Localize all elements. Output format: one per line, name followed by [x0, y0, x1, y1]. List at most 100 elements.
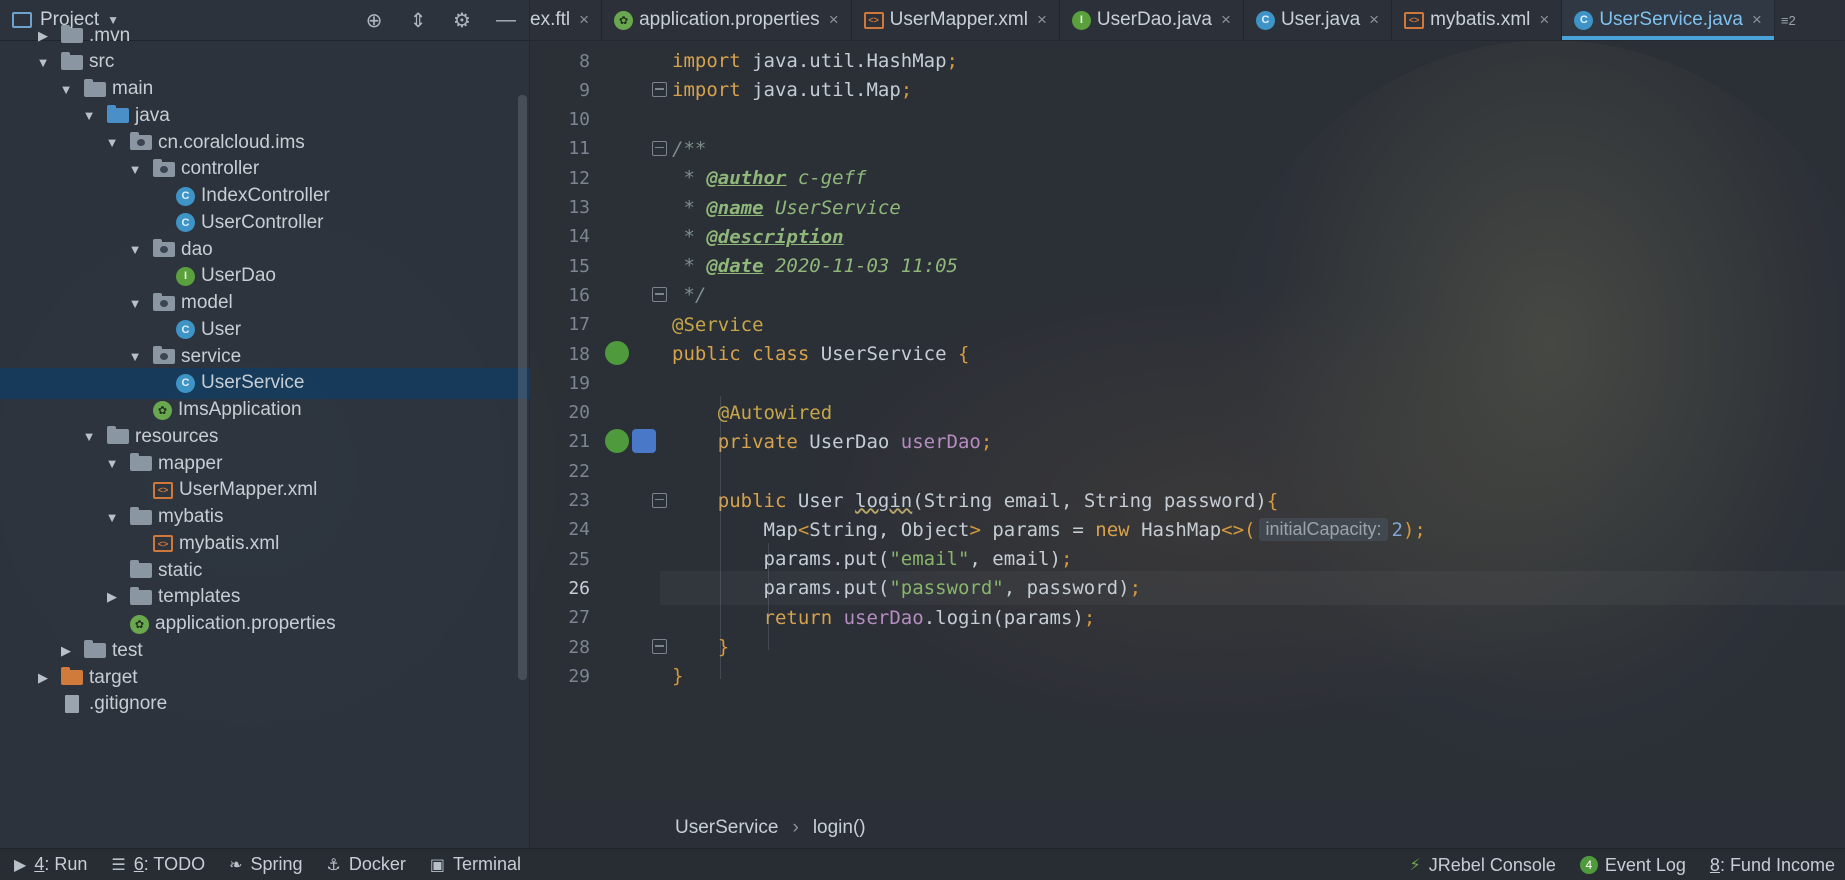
close-icon[interactable]: × — [1037, 10, 1047, 30]
package-icon — [130, 132, 152, 150]
close-icon[interactable]: × — [1221, 10, 1231, 30]
tree-item-label: src — [89, 51, 115, 73]
expand-down-icon[interactable]: ▼ — [58, 82, 74, 97]
editor-tab[interactable]: I UserDao.java × — [1060, 0, 1244, 40]
code-token: ; — [1129, 577, 1142, 600]
editor-tab-label: User.java — [1280, 9, 1361, 30]
fund-income[interactable]: 8: Fund Income — [1710, 855, 1835, 876]
expand-down-icon[interactable]: ▼ — [104, 456, 120, 471]
expand-down-icon[interactable]: ▼ — [127, 242, 143, 257]
code-token: < — [797, 518, 810, 541]
breadcrumb: UserService › login() — [530, 807, 1845, 848]
tree-item-label: IndexController — [201, 185, 330, 206]
code-token: params.put( — [672, 577, 890, 600]
tree-item[interactable]: .gitignore — [0, 689, 530, 720]
code-token: <>( — [1221, 518, 1256, 541]
folder-icon — [130, 453, 152, 471]
indent-guide — [720, 396, 721, 680]
folder-icon — [61, 51, 83, 70]
code-editor[interactable]: import java.util.HashMap; import java.uti… — [660, 41, 1845, 807]
expand-down-icon[interactable]: ▼ — [127, 162, 143, 177]
close-icon[interactable]: × — [1752, 10, 1762, 30]
code-token: /** — [672, 137, 707, 160]
code-token: @Autowired — [717, 401, 833, 424]
tab-overflow-icon[interactable]: ≡2 — [1775, 0, 1802, 40]
close-icon[interactable]: × — [1539, 10, 1549, 30]
spring-bean-gutter-icon[interactable] — [605, 341, 629, 365]
code-token: ; — [946, 50, 958, 72]
editor-tab-label: mybatis.xml — [1430, 9, 1531, 30]
editor-tab[interactable]: C UserService.java × — [1562, 0, 1775, 40]
breadcrumb-method[interactable]: login() — [813, 817, 866, 839]
spring-tool[interactable]: ❧ Spring — [229, 854, 302, 875]
xml-file-icon: <> — [153, 535, 173, 553]
code-token: HashMap — [1129, 518, 1222, 541]
expand-right-icon[interactable]: ▶ — [104, 589, 120, 605]
spring-bean-gutter-icon[interactable] — [605, 428, 629, 453]
editor-tab[interactable]: C User.java × — [1244, 0, 1393, 40]
code-token: Map — [672, 518, 798, 541]
jrebel-console[interactable]: ⚡ JRebel Console — [1410, 855, 1556, 876]
event-log[interactable]: 4 Event Log — [1579, 855, 1686, 876]
expand-down-icon[interactable]: ▼ — [104, 135, 120, 150]
editor-tab[interactable]: <> mybatis.xml × — [1392, 0, 1563, 40]
interface-icon: I — [176, 266, 195, 286]
code-token: { — [1266, 489, 1279, 512]
editor-tab[interactable]: ex.ftl × — [530, 0, 603, 40]
close-icon[interactable]: × — [1369, 10, 1379, 30]
tree-item-label: ImsApplication — [178, 399, 302, 420]
editor-tab[interactable]: ✿ application.properties × — [602, 0, 852, 40]
event-log-badge: 4 — [1579, 856, 1598, 874]
editor-tab-label: UserMapper.xml — [889, 9, 1028, 30]
code-token: , email) — [969, 548, 1061, 571]
tree-scrollbar[interactable] — [518, 95, 527, 680]
line-number: 29 — [568, 665, 590, 687]
breadcrumb-class[interactable]: UserService — [675, 817, 778, 839]
autowired-navigate-icon[interactable] — [632, 428, 656, 453]
todo-tool[interactable]: ☰ 6: TODO — [111, 854, 205, 875]
code-token: "password" — [889, 577, 1004, 600]
code-token: new — [1095, 518, 1130, 541]
code-token: UserService — [763, 196, 901, 219]
class-icon: C — [176, 186, 195, 206]
shortcut-key: 8 — [1709, 854, 1720, 875]
expand-right-icon[interactable]: ▶ — [35, 28, 51, 44]
expand-down-icon[interactable]: ▼ — [35, 55, 51, 70]
run-tool[interactable]: ▶ 4: Run — [14, 854, 87, 875]
xml-file-icon: <> — [863, 11, 884, 29]
class-icon: C — [1574, 10, 1594, 30]
editor-tab[interactable]: <> UserMapper.xml × — [852, 0, 1060, 40]
xml-file-icon: <> — [153, 481, 173, 499]
tree-item-label: application.properties — [155, 613, 336, 634]
close-icon[interactable]: × — [829, 10, 839, 30]
excluded-folder-icon — [61, 667, 83, 685]
tree-item-label: .gitignore — [89, 693, 168, 715]
code-token: @name — [706, 196, 764, 219]
code-token: (String email, String password) — [912, 489, 1267, 512]
close-icon[interactable]: × — [579, 10, 589, 30]
expand-right-icon[interactable]: ▶ — [58, 643, 74, 659]
expand-down-icon[interactable]: ▼ — [127, 349, 143, 364]
run-tool-icon: ▶ — [14, 856, 27, 874]
code-line: } — [660, 659, 1845, 693]
expand-down-icon[interactable]: ▼ — [81, 429, 97, 444]
editor-tabs: ex.ftl × ✿ application.properties × <> UserMap… — [530, 0, 1845, 41]
expand-down-icon[interactable]: ▼ — [81, 108, 97, 123]
expand-right-icon[interactable]: ▶ — [35, 670, 51, 686]
code-token: ; — [1083, 606, 1096, 629]
terminal-tool[interactable]: ▣ Terminal — [430, 854, 521, 875]
docker-tool-icon: ⚓ — [326, 856, 341, 874]
spring-icon: ✿ — [614, 10, 634, 30]
expand-down-icon[interactable]: ▼ — [127, 296, 143, 311]
indent-guide — [768, 542, 769, 650]
spring-icon: ✿ — [153, 400, 172, 420]
fund-income-label: : Fund Income — [1719, 854, 1835, 875]
terminal-tool-icon: ▣ — [429, 856, 445, 874]
docker-tool-label: Docker — [348, 854, 406, 874]
expand-down-icon[interactable]: ▼ — [104, 510, 120, 525]
docker-tool[interactable]: ⚓ Docker — [327, 854, 406, 875]
folder-icon — [84, 640, 106, 659]
tree-item-label: mybatis — [158, 506, 224, 527]
